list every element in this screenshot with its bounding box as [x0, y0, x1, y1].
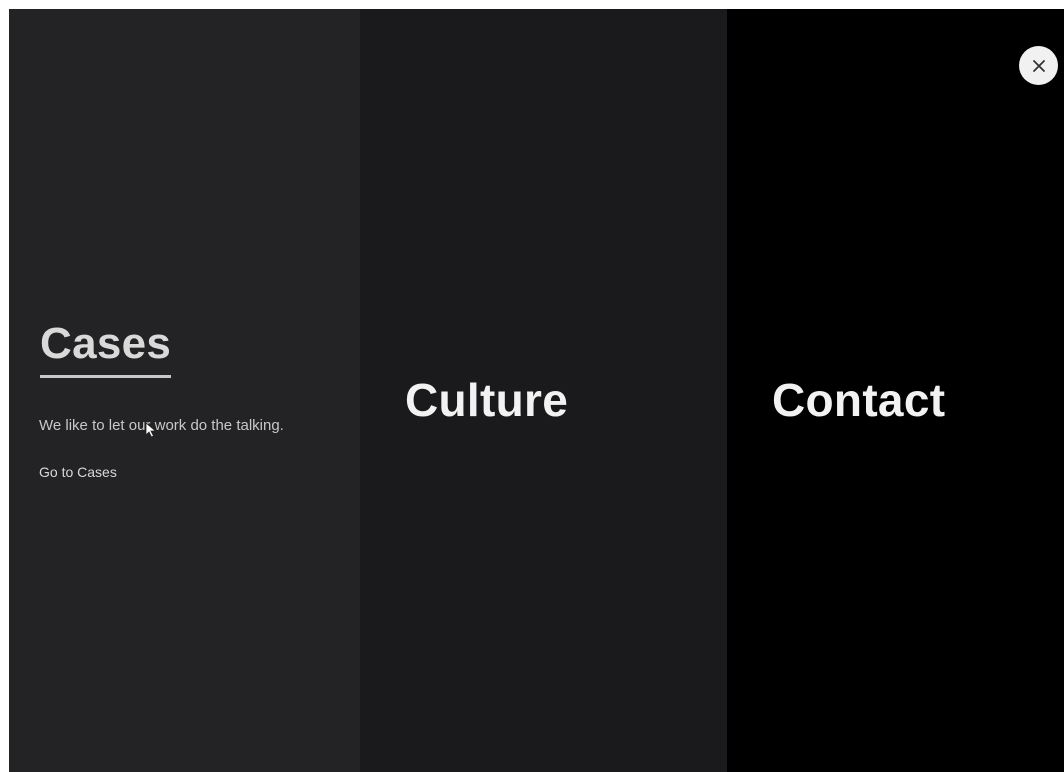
- mouse-cursor-icon: [145, 422, 157, 438]
- culture-title[interactable]: Culture: [405, 373, 568, 427]
- contact-title[interactable]: Contact: [772, 373, 945, 427]
- navigation-overlay: Cases We like to let our work do the tal…: [9, 9, 1064, 772]
- panel-culture[interactable]: Culture: [360, 9, 727, 772]
- go-to-cases-link[interactable]: Go to Cases: [39, 464, 117, 480]
- panel-cases[interactable]: Cases We like to let our work do the tal…: [9, 9, 360, 772]
- panel-contact[interactable]: Contact: [727, 9, 1064, 772]
- cases-description: We like to let our work do the talking.: [39, 417, 284, 434]
- close-button[interactable]: [1019, 46, 1058, 85]
- close-icon: [1032, 59, 1045, 72]
- cases-title[interactable]: Cases: [40, 319, 172, 378]
